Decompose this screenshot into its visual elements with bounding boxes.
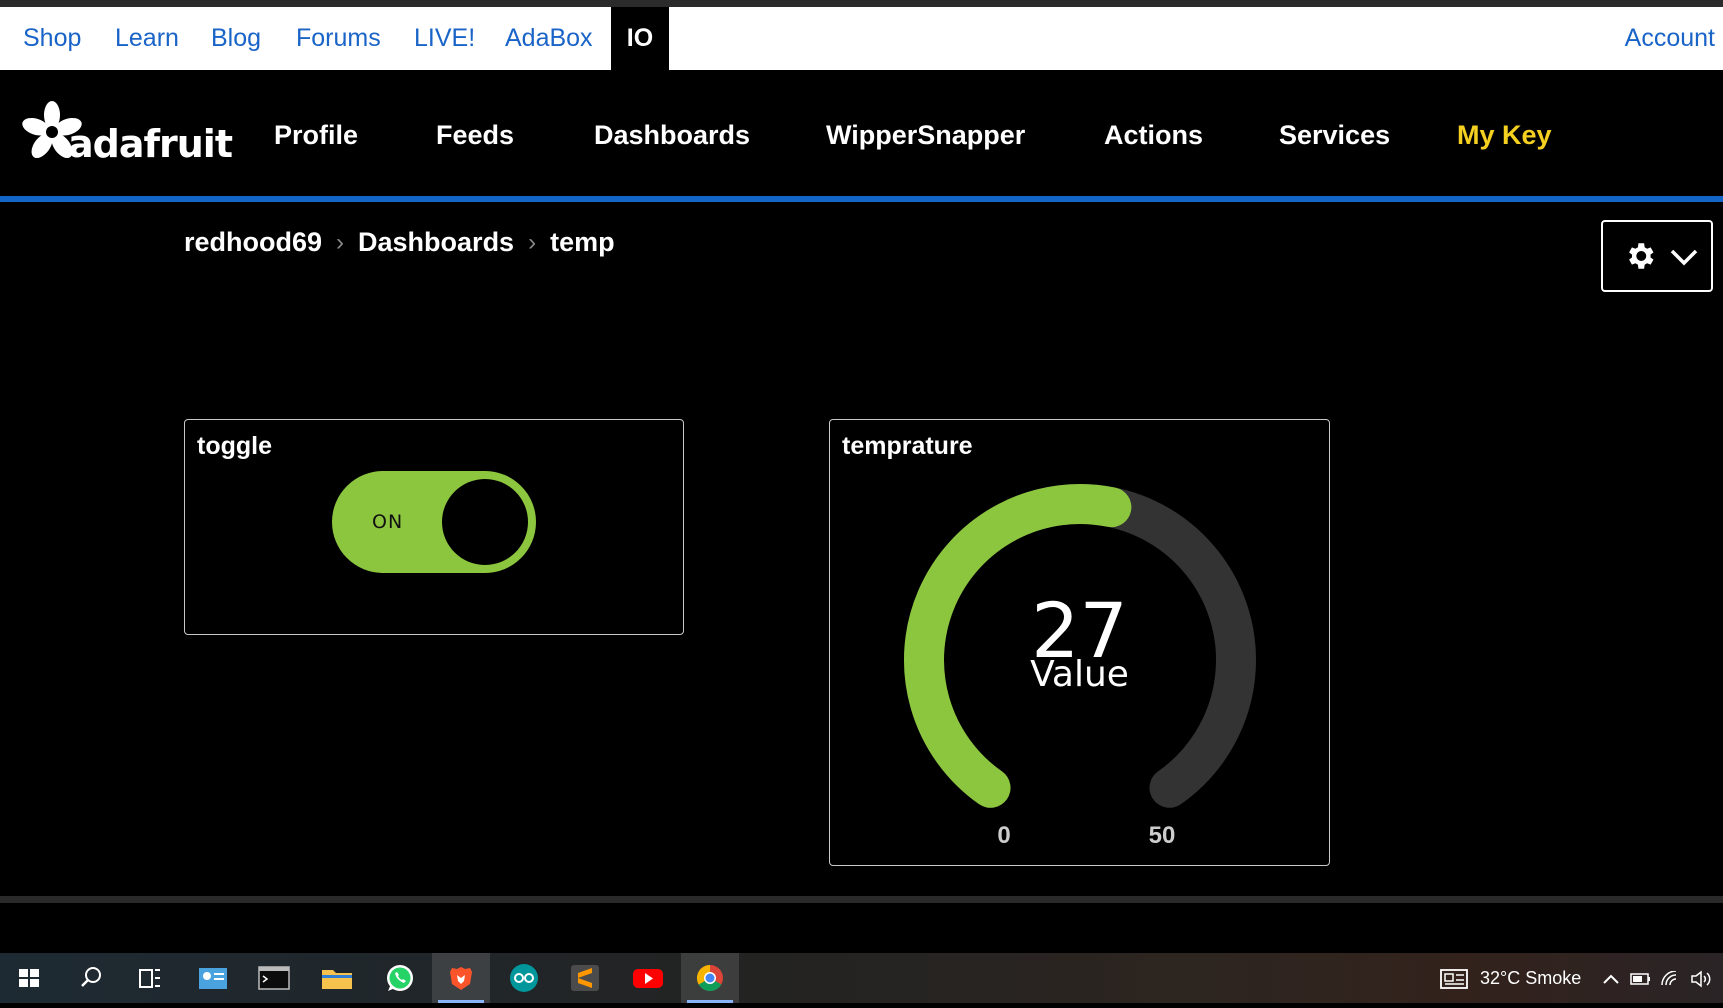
breadcrumb-dashboards[interactable]: Dashboards [358, 227, 514, 258]
top-nav-forums[interactable]: Forums [296, 7, 381, 70]
nav-dashboards[interactable]: Dashboards [594, 70, 750, 196]
task-view-icon[interactable] [120, 953, 178, 1003]
chevron-down-icon [1670, 249, 1698, 266]
nav-services[interactable]: Services [1279, 70, 1390, 196]
nav-accent-rule [0, 196, 1723, 202]
adafruit-logo[interactable]: adafruit [20, 100, 233, 170]
news-icon[interactable] [1440, 953, 1470, 1003]
toggle-switch[interactable]: ON [332, 471, 536, 573]
toggle-state-label: ON [372, 511, 404, 533]
gear-icon [1629, 243, 1654, 269]
main-nav: adafruit Profile Feeds Dashboards Wipper… [0, 70, 1723, 196]
top-nav-shop[interactable]: Shop [23, 7, 81, 70]
terminal-icon[interactable] [245, 953, 303, 1003]
footer-divider [0, 896, 1723, 903]
gauge-max-label: 50 [1148, 822, 1176, 849]
top-nav-blog[interactable]: Blog [211, 7, 261, 70]
breadcrumb: redhood69 › Dashboards › temp [184, 226, 615, 266]
top-nav: Shop Learn Blog Forums LIVE! AdaBox IO A… [0, 7, 1723, 70]
top-nav-io[interactable]: IO [611, 7, 669, 70]
whatsapp-icon[interactable] [371, 953, 429, 1003]
brave-icon[interactable] [432, 953, 490, 1003]
toggle-block-title: toggle [197, 432, 272, 460]
youtube-icon[interactable] [619, 953, 677, 1003]
breadcrumb-current: temp [550, 227, 615, 258]
chevron-up-icon[interactable] [1602, 953, 1620, 1003]
gauge-value-label: Value [1030, 654, 1129, 695]
toggle-knob[interactable] [442, 479, 528, 565]
top-nav-learn[interactable]: Learn [115, 7, 179, 70]
gauge-min-label: 0 [997, 822, 1011, 849]
nav-wippersnapper[interactable]: WipperSnapper [826, 70, 1025, 196]
file-explorer-icon[interactable] [308, 953, 366, 1003]
logo-wordmark: adafruit [68, 122, 233, 166]
breadcrumb-user[interactable]: redhood69 [184, 227, 322, 258]
battery-icon[interactable] [1630, 953, 1652, 1003]
nav-my-key[interactable]: My Key [1457, 70, 1552, 196]
gauge-block: temprature 27 Value 0 50 [829, 419, 1330, 866]
wifi-icon[interactable] [1660, 953, 1680, 1003]
breadcrumb-separator-icon: › [528, 228, 537, 256]
chrome-icon[interactable] [681, 953, 739, 1003]
contacts-icon[interactable] [184, 953, 242, 1003]
window-top-strip [0, 0, 1723, 7]
top-nav-account[interactable]: Account [1625, 7, 1715, 70]
breadcrumb-separator-icon: › [336, 228, 345, 256]
speaker-icon[interactable] [1690, 953, 1714, 1003]
dashboard-settings-button[interactable] [1601, 220, 1713, 292]
weather-text[interactable]: 32°C Smoke [1480, 953, 1581, 1003]
nav-profile[interactable]: Profile [274, 70, 358, 196]
sublime-icon[interactable] [556, 953, 614, 1003]
windows-taskbar: 32°C Smoke [0, 953, 1723, 1003]
top-nav-live[interactable]: LIVE! [414, 7, 475, 70]
search-icon[interactable] [62, 953, 120, 1003]
nav-actions[interactable]: Actions [1104, 70, 1203, 196]
windows-start-icon[interactable] [0, 953, 58, 1003]
nav-feeds[interactable]: Feeds [436, 70, 514, 196]
arduino-icon[interactable] [495, 953, 553, 1003]
toggle-block: toggle ON [184, 419, 684, 635]
top-nav-adabox[interactable]: AdaBox [505, 7, 593, 70]
